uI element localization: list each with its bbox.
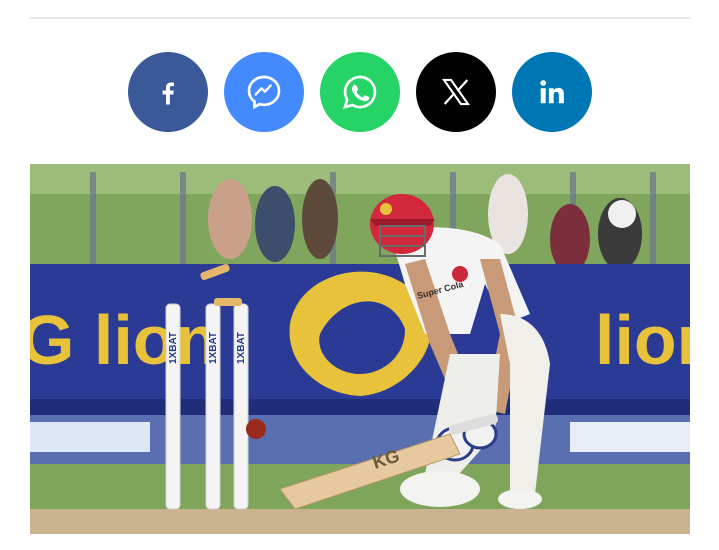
stump-sponsor-1: 1XBAT [168, 332, 179, 364]
whatsapp-icon [340, 72, 380, 112]
board-text-left: G lion [30, 301, 218, 379]
article-photo: G lion lior 1XBAT 1XBAT 1XBAT [30, 164, 690, 534]
cricket-photo-illustration: G lion lior 1XBAT 1XBAT 1XBAT [30, 164, 690, 534]
cricket-ball [246, 419, 266, 439]
linkedin-icon [537, 77, 567, 107]
share-buttons [128, 52, 592, 132]
x-share-button[interactable] [416, 52, 496, 132]
linkedin-share-button[interactable] [512, 52, 592, 132]
top-divider [30, 17, 690, 19]
stump-sponsor-2: 1XBAT [208, 332, 219, 364]
x-icon [439, 75, 473, 109]
facebook-icon [153, 77, 183, 107]
messenger-share-button[interactable] [224, 52, 304, 132]
facebook-share-button[interactable] [128, 52, 208, 132]
messenger-icon [244, 72, 284, 112]
board-text-right: lior [595, 301, 690, 379]
stump-sponsor-3: 1XBAT [236, 332, 247, 364]
whatsapp-share-button[interactable] [320, 52, 400, 132]
